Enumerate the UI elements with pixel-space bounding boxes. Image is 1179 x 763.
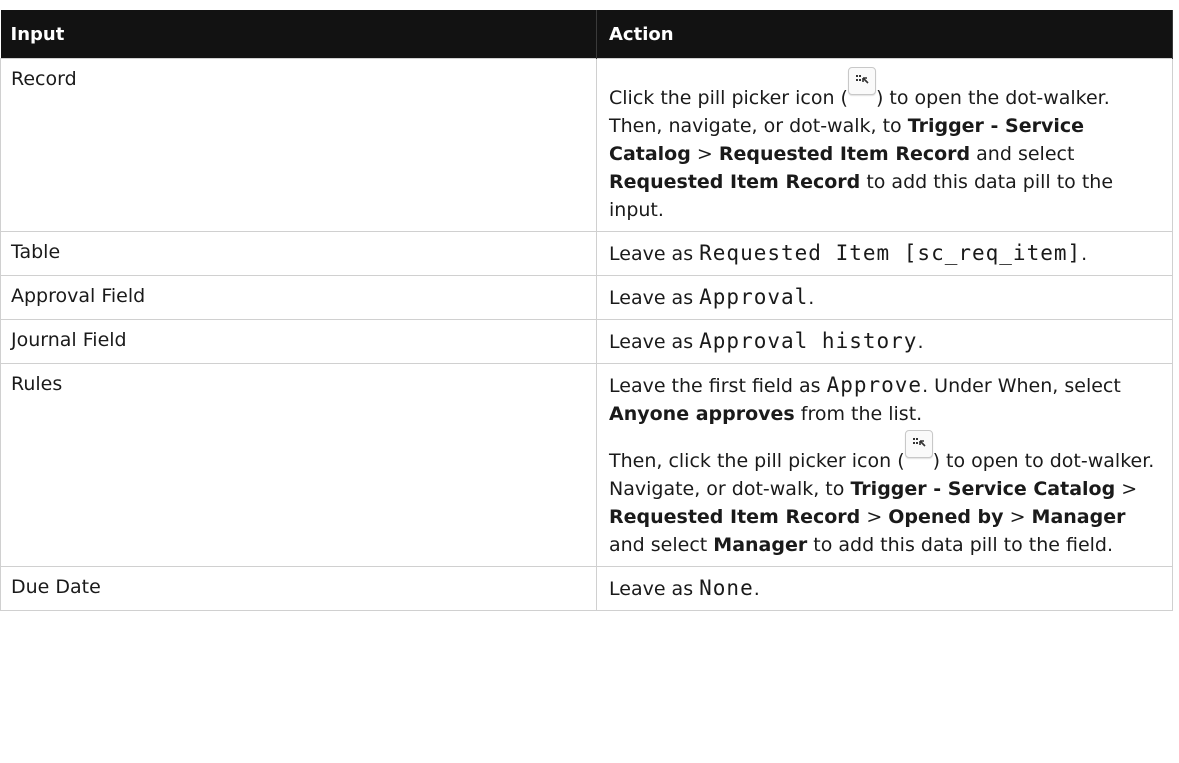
- input-cell: Record: [0, 58, 597, 232]
- input-cell: Due Date: [0, 566, 597, 611]
- action-cell: Leave the first field as Approve. Under …: [596, 363, 1173, 567]
- input-action-table: Input Action Record Click the pill picke…: [0, 10, 1173, 611]
- bold-text: Opened by: [888, 506, 1004, 528]
- action-paragraph: Leave as Requested Item [sc_req_item].: [609, 241, 1088, 265]
- action-cell: Leave as Requested Item [sc_req_item].: [596, 231, 1173, 276]
- bold-text: Manager: [713, 534, 808, 556]
- action-paragraph: Leave as Approval history.: [609, 329, 924, 353]
- bold-text: Manager: [1031, 506, 1126, 528]
- table-row: Table Leave as Requested Item [sc_req_it…: [0, 231, 1173, 276]
- code-text: Approval history: [699, 329, 918, 353]
- header-input: Input: [0, 10, 597, 59]
- pill-picker-icon: [904, 430, 933, 458]
- action-paragraph: Leave the first field as Approve. Under …: [609, 373, 1121, 425]
- bold-text: Trigger - Service Catalog: [850, 478, 1116, 500]
- bold-text: Requested Item Record: [609, 506, 861, 528]
- doc-table-container: Input Action Record Click the pill picke…: [0, 10, 1173, 611]
- table-row: Approval Field Leave as Approval.: [0, 275, 1173, 320]
- table-row: Journal Field Leave as Approval history.: [0, 319, 1173, 364]
- code-text: Requested Item [sc_req_item]: [699, 241, 1082, 265]
- table-row: Record Click the pill picker icon () to …: [0, 58, 1173, 232]
- bold-text: Requested Item Record: [718, 143, 971, 165]
- table-header-row: Input Action: [0, 10, 1173, 59]
- input-cell: Approval Field: [0, 275, 597, 320]
- code-text: Approval: [699, 285, 809, 309]
- action-paragraph: Then, click the pill picker icon () to o…: [609, 430, 1162, 559]
- header-action: Action: [596, 10, 1173, 59]
- code-text: None: [699, 576, 754, 600]
- action-cell: Leave as Approval.: [596, 275, 1173, 320]
- action-cell: Leave as Approval history.: [596, 319, 1173, 364]
- input-cell: Journal Field: [0, 319, 597, 364]
- action-cell: Leave as None.: [596, 566, 1173, 611]
- action-paragraph: Leave as Approval.: [609, 285, 815, 309]
- action-cell: Click the pill picker icon () to open th…: [596, 58, 1173, 232]
- action-paragraph: Click the pill picker icon () to open th…: [609, 67, 1162, 224]
- bold-text: Requested Item Record: [609, 171, 861, 193]
- input-cell: Table: [0, 231, 597, 276]
- action-paragraph: Leave as None.: [609, 576, 760, 600]
- bold-text: Anyone approves: [609, 403, 795, 425]
- code-text: Approve: [826, 373, 923, 397]
- input-cell: Rules: [0, 363, 597, 567]
- pill-picker-icon: [847, 67, 876, 95]
- table-row: Rules Leave the first field as Approve. …: [0, 363, 1173, 567]
- table-row: Due Date Leave as None.: [0, 566, 1173, 611]
